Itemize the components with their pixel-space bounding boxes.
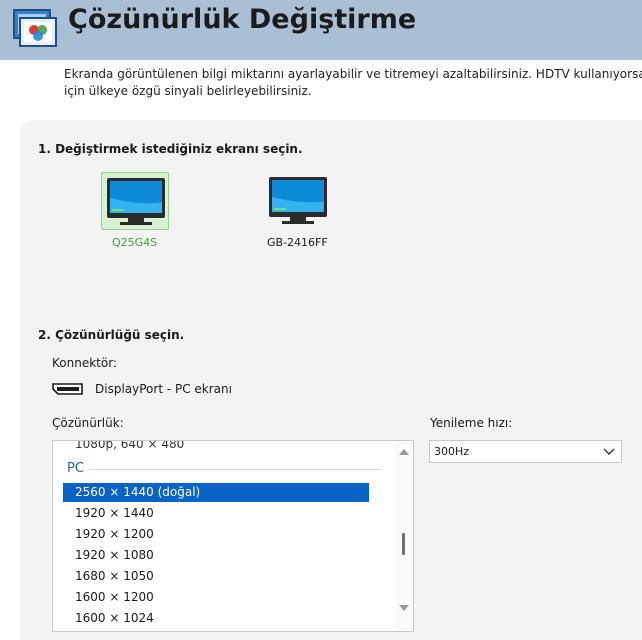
displayport-icon bbox=[52, 383, 83, 395]
resolution-listbox[interactable]: 1080p, 640 × 480 PC 2560 × 1440 (doğal) … bbox=[52, 440, 414, 632]
step-2-title: 2. Çözünürlüğü seçin. bbox=[38, 328, 185, 342]
list-item-resolution[interactable]: 1920 × 1080 bbox=[63, 546, 369, 565]
list-item-resolution[interactable]: 1680 × 1050 bbox=[63, 567, 369, 586]
display-label-q25g4s: Q25G4S bbox=[112, 236, 158, 249]
scroll-thumb[interactable] bbox=[402, 533, 405, 555]
description-line-2: için ülkeye özgü sinyali belirleyebilirs… bbox=[64, 84, 312, 98]
list-item-resolution[interactable]: 1600 × 1200 bbox=[63, 588, 369, 607]
page-description: Ekranda görüntülenen bilgi miktarını aya… bbox=[64, 66, 642, 100]
page-header: Çözünürlük Değiştirme bbox=[0, 0, 642, 60]
refresh-rate-value: 300Hz bbox=[434, 445, 470, 458]
list-group-pc: PC bbox=[67, 461, 84, 476]
scroll-down-arrow-icon[interactable] bbox=[399, 604, 409, 612]
monitor-icon bbox=[269, 177, 327, 224]
refresh-rate-label: Yenileme hızı: bbox=[430, 416, 513, 430]
chevron-down-icon bbox=[603, 448, 615, 455]
display-gb-2416ff[interactable] bbox=[264, 172, 332, 230]
description-line-1: Ekranda görüntülenen bilgi miktarını aya… bbox=[64, 67, 642, 81]
list-item-resolution[interactable]: 1920 × 1440 bbox=[63, 504, 369, 523]
list-item-resolution[interactable]: 2560 × 1440 (doğal) bbox=[63, 483, 369, 502]
display-settings-icon bbox=[13, 9, 57, 47]
display-label-gb-2416ff: GB-2416FF bbox=[267, 236, 328, 249]
connector-label: Konnektör: bbox=[52, 356, 117, 370]
monitor-icon bbox=[107, 178, 165, 225]
resolution-label: Çözünürlük: bbox=[52, 416, 124, 430]
list-item-partial[interactable]: 1080p, 640 × 480 bbox=[63, 441, 369, 454]
connector-value: DisplayPort - PC ekranı bbox=[95, 382, 232, 396]
refresh-rate-select[interactable]: 300Hz bbox=[429, 440, 622, 463]
group-divider bbox=[89, 469, 381, 470]
scroll-up-arrow-icon[interactable] bbox=[399, 448, 409, 456]
step-1-title: 1. Değiştirmek istediğiniz ekranı seçin. bbox=[38, 142, 303, 156]
display-q25g4s[interactable] bbox=[101, 172, 169, 230]
resolution-scrollbar[interactable] bbox=[395, 441, 413, 631]
page-title: Çözünürlük Değiştirme bbox=[68, 4, 417, 35]
list-item-resolution[interactable]: 1920 × 1200 bbox=[63, 525, 369, 544]
